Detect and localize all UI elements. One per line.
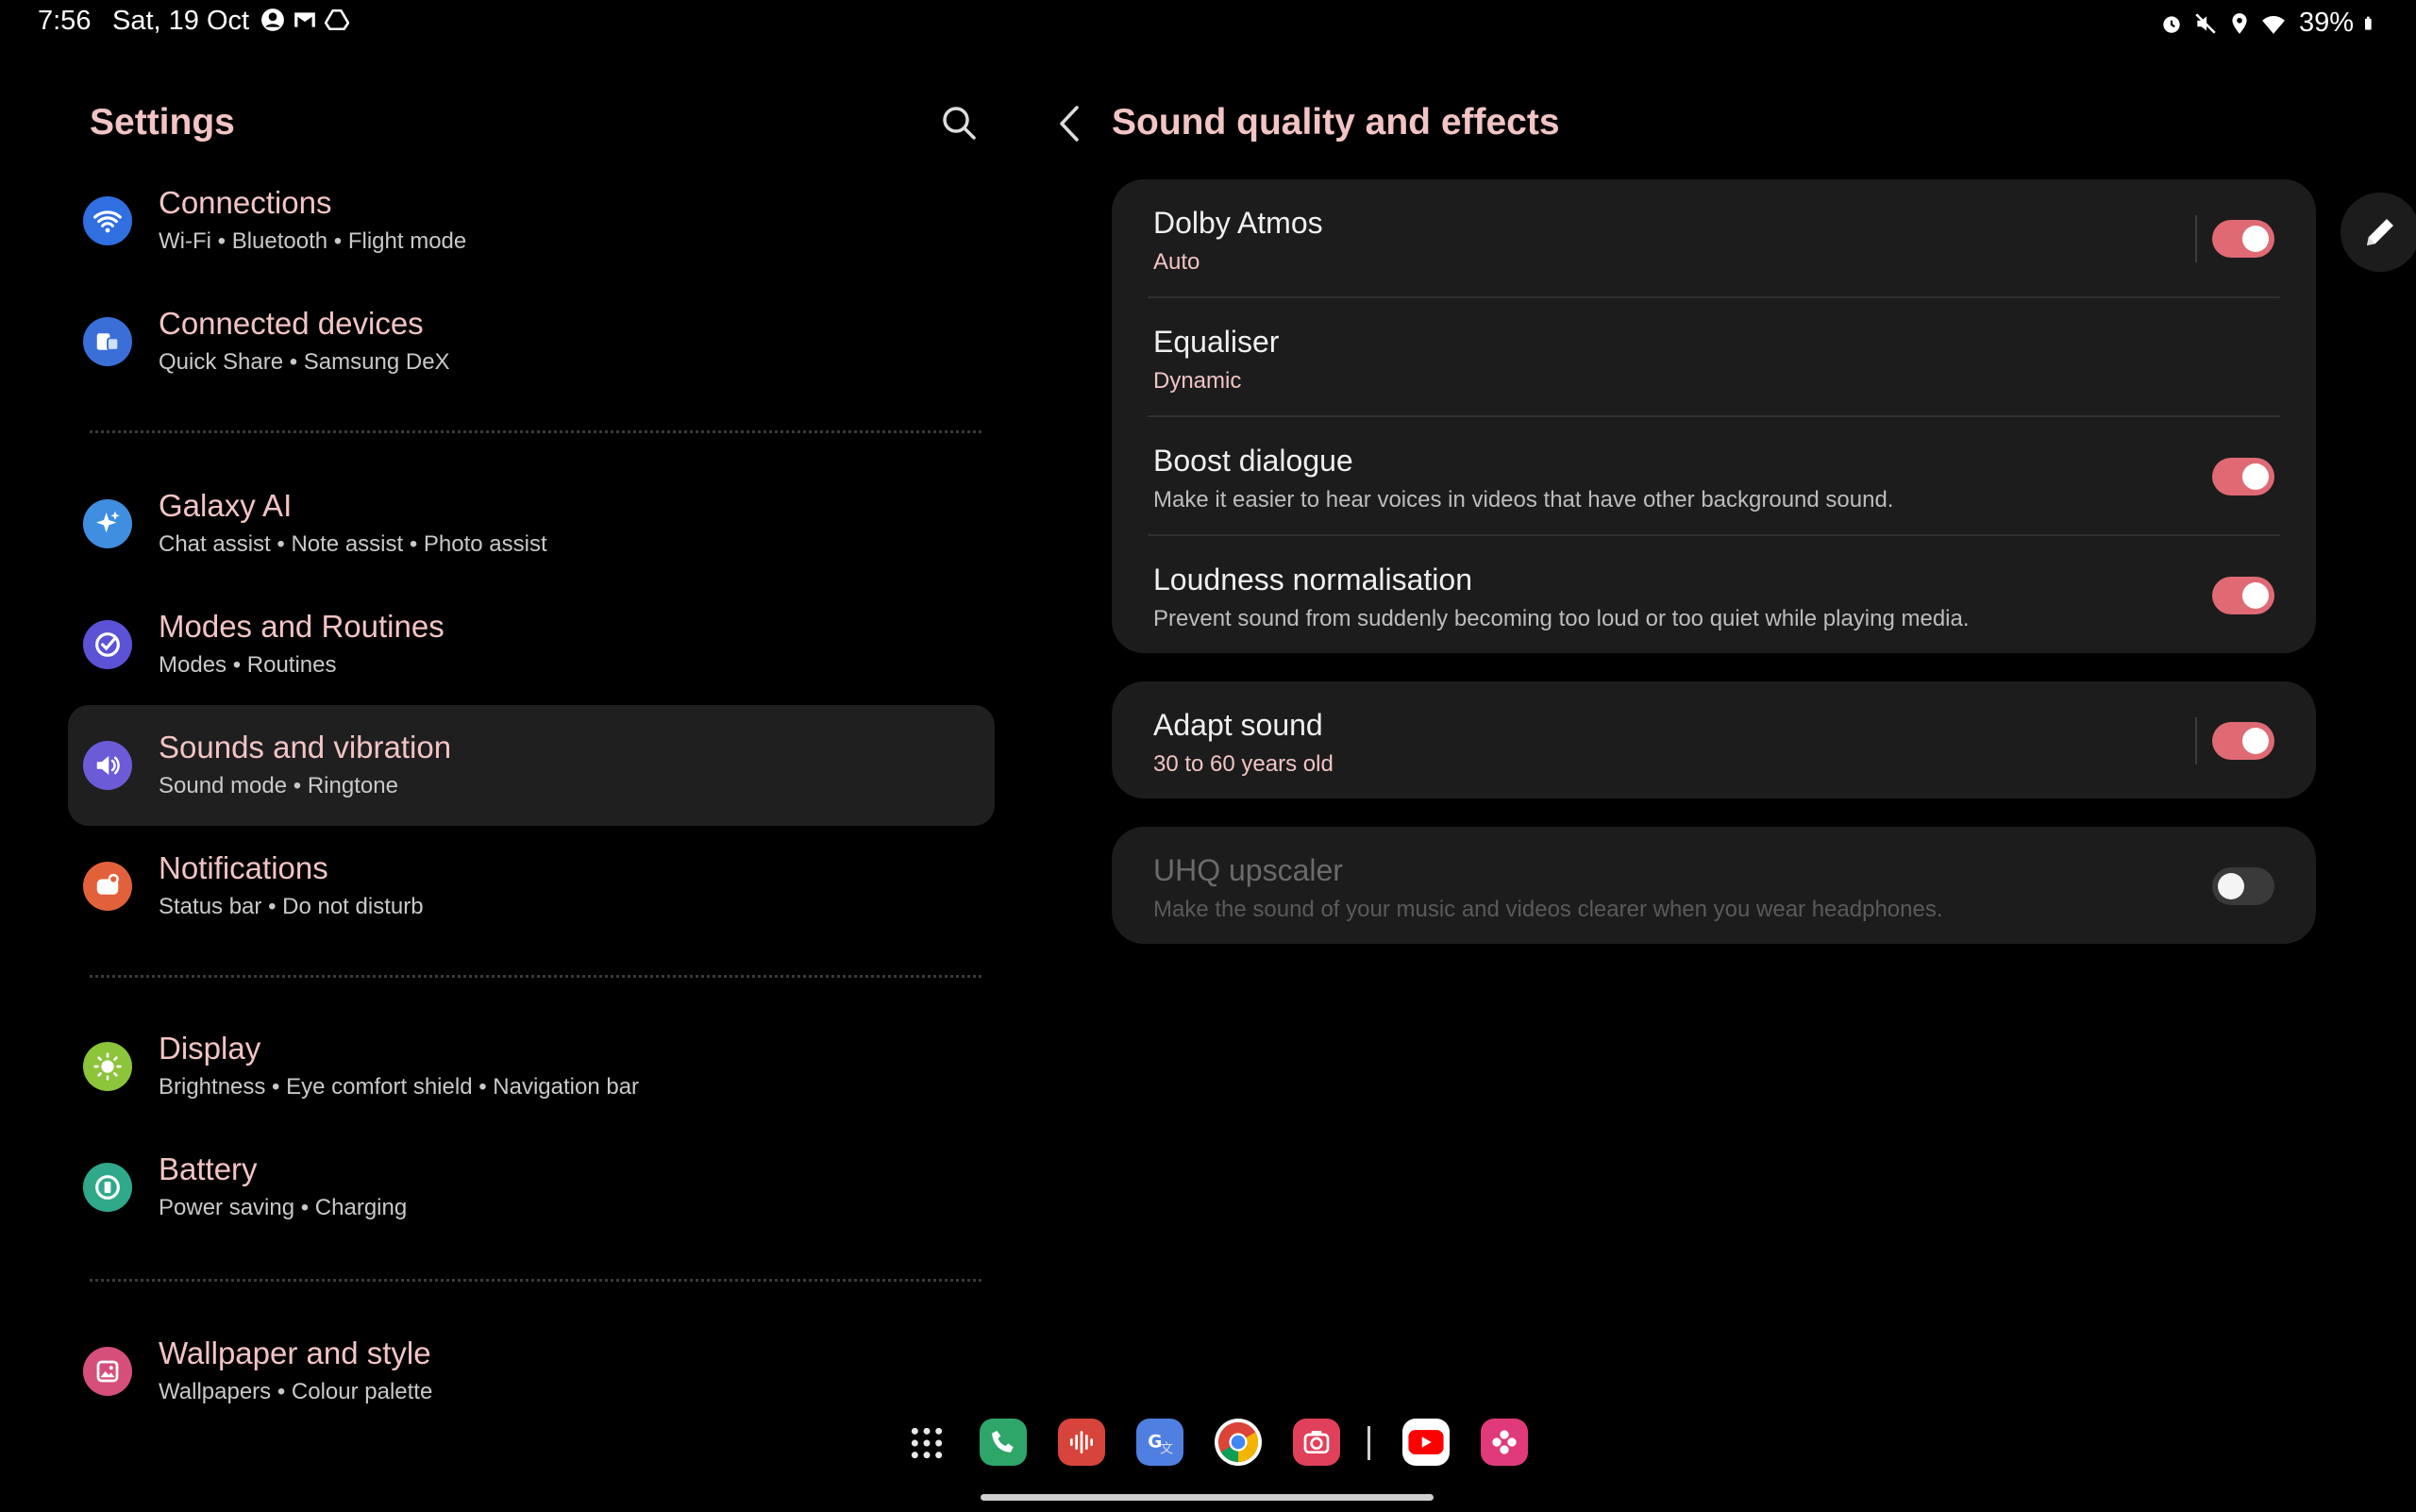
- account-icon: [261, 8, 284, 31]
- settings-item-connected-devices[interactable]: Connected devices Quick Share • Samsung …: [68, 281, 995, 402]
- boost-dialogue-row[interactable]: Boost dialogue Make it easier to hear vo…: [1112, 417, 2316, 536]
- phone-icon[interactable]: [980, 1419, 1027, 1466]
- section-divider: [90, 975, 982, 978]
- settings-item-subtitle: Quick Share • Samsung DeX: [159, 349, 450, 375]
- loudness-normalisation-row[interactable]: Loudness normalisation Prevent sound fro…: [1112, 536, 2316, 655]
- uhq-upscaler-toggle: [2212, 867, 2274, 905]
- home-indicator[interactable]: [981, 1494, 1434, 1501]
- settings-item-subtitle: Brightness • Eye comfort shield • Naviga…: [159, 1074, 640, 1100]
- status-bar: 7:56 Sat, 19 Oct 39%: [0, 0, 2416, 43]
- settings-item-label: Sounds and vibration: [159, 730, 452, 764]
- setting-value: 30 to 60 years old: [1153, 751, 1334, 777]
- page-title: Sound quality and effects: [1112, 102, 1560, 143]
- settings-item-battery[interactable]: Battery Power saving • Charging: [68, 1127, 995, 1248]
- battery-percent: 39%: [2298, 8, 2354, 38]
- settings-title: Settings: [90, 102, 235, 143]
- settings-item-label: Display: [159, 1031, 261, 1066]
- setting-label: Boost dialogue: [1153, 444, 1353, 478]
- settings-item-modes-and-routines[interactable]: Modes and Routines Modes • Routines: [68, 584, 995, 705]
- back-arrow-icon[interactable]: [1052, 104, 1086, 143]
- sparkle-icon: [83, 499, 132, 548]
- settings-item-label: Modes and Routines: [159, 609, 445, 644]
- setting-label: Loudness normalisation: [1153, 563, 1472, 596]
- settings-item-subtitle: Status bar • Do not disturb: [159, 894, 424, 919]
- loudness-normalisation-toggle[interactable]: [2212, 577, 2274, 614]
- search-icon[interactable]: [940, 104, 978, 142]
- dock-divider: [1367, 1426, 1370, 1460]
- row-separator: [2195, 717, 2197, 764]
- effects-card: Dolby Atmos Auto Equaliser Dynamic Boost…: [1112, 179, 2316, 653]
- settings-item-display[interactable]: Display Brightness • Eye comfort shield …: [68, 1006, 995, 1127]
- settings-item-galaxy-ai[interactable]: Galaxy AI Chat assist • Note assist • Ph…: [68, 463, 995, 584]
- blossom-icon[interactable]: [1481, 1419, 1528, 1466]
- section-divider: [90, 1279, 982, 1282]
- settings-item-subtitle: Power saving • Charging: [159, 1195, 408, 1220]
- speaker-icon: [83, 741, 132, 790]
- dolby-atmos-toggle[interactable]: [2212, 220, 2274, 258]
- gmail-icon: [294, 12, 315, 27]
- setting-value: Dynamic: [1153, 368, 1242, 394]
- alarm-icon: [2163, 15, 2180, 33]
- settings-item-label: Galaxy AI: [159, 488, 293, 523]
- setting-description: Make it easier to hear voices in videos …: [1153, 487, 1894, 512]
- uhq-upscaler-card: UHQ upscaler Make the sound of your musi…: [1112, 827, 2316, 944]
- drive-icon: [325, 8, 349, 31]
- wifi-icon: [83, 196, 132, 245]
- settings-item-label: Connected devices: [159, 306, 424, 341]
- youtube-icon[interactable]: [1402, 1419, 1450, 1466]
- pencil-icon: [2367, 219, 2393, 245]
- bell-icon: [83, 862, 132, 911]
- settings-item-subtitle: Wallpapers • Colour palette: [159, 1379, 433, 1404]
- notification-icons: [260, 8, 349, 32]
- uhq-upscaler-row: UHQ upscaler Make the sound of your musi…: [1112, 827, 2316, 946]
- equaliser-row[interactable]: Equaliser Dynamic: [1112, 298, 2316, 417]
- chrome-icon[interactable]: [1215, 1419, 1262, 1466]
- settings-item-wallpaper-and-style[interactable]: Wallpaper and style Wallpapers • Colour …: [68, 1311, 995, 1432]
- settings-item-label: Notifications: [159, 850, 328, 885]
- check-circle-icon: [83, 620, 132, 669]
- settings-item-notifications[interactable]: Notifications Status bar • Do not distur…: [68, 826, 995, 947]
- setting-label: Dolby Atmos: [1153, 206, 1323, 240]
- setting-label: Adapt sound: [1153, 708, 1323, 742]
- setting-value: Auto: [1153, 249, 1200, 275]
- section-divider: [90, 430, 982, 433]
- svg-text:文: 文: [1160, 1441, 1173, 1456]
- devices-icon: [83, 317, 132, 366]
- row-separator: [2195, 215, 2197, 262]
- setting-description: Make the sound of your music and videos …: [1153, 897, 1943, 922]
- google-translate-icon[interactable]: G文: [1136, 1419, 1183, 1466]
- location-icon: [2232, 12, 2247, 34]
- voice-recorder-icon[interactable]: [1058, 1419, 1105, 1466]
- settings-item-label: Connections: [159, 185, 332, 220]
- status-time: 7:56: [38, 6, 92, 36]
- screen: 7:56 Sat, 19 Oct 39% Settings Connection…: [0, 0, 2416, 1512]
- adapt-sound-card: Adapt sound 30 to 60 years old: [1112, 681, 2316, 798]
- settings-item-connections[interactable]: Connections Wi-Fi • Bluetooth • Flight m…: [68, 160, 995, 281]
- settings-item-subtitle: Wi-Fi • Bluetooth • Flight mode: [159, 228, 467, 254]
- battery-icon: [2365, 16, 2372, 30]
- sun-icon: [83, 1042, 132, 1091]
- settings-item-subtitle: Sound mode • Ringtone: [159, 773, 398, 798]
- boost-dialogue-toggle[interactable]: [2212, 458, 2274, 496]
- settings-item-subtitle: Chat assist • Note assist • Photo assist: [159, 531, 547, 557]
- wifi-icon: [2262, 15, 2285, 34]
- system-icons: 39%: [2159, 8, 2378, 39]
- battery-icon: [83, 1163, 132, 1212]
- settings-item-label: Battery: [159, 1151, 258, 1186]
- image-icon: [83, 1347, 132, 1396]
- adapt-sound-toggle[interactable]: [2212, 722, 2274, 760]
- settings-item-subtitle: Modes • Routines: [159, 652, 337, 678]
- setting-description: Prevent sound from suddenly becoming too…: [1153, 606, 1970, 631]
- setting-label: UHQ upscaler: [1153, 853, 1343, 887]
- camera-icon[interactable]: [1293, 1419, 1340, 1466]
- adapt-sound-row[interactable]: Adapt sound 30 to 60 years old: [1112, 681, 2316, 800]
- mute-vibrate-icon: [2195, 12, 2216, 34]
- app-drawer-icon[interactable]: [909, 1425, 945, 1461]
- settings-item-label: Wallpaper and style: [159, 1336, 431, 1370]
- settings-item-sounds-and-vibration[interactable]: Sounds and vibration Sound mode • Ringto…: [68, 705, 995, 826]
- setting-label: Equaliser: [1153, 325, 1280, 359]
- edit-button[interactable]: [2340, 193, 2416, 272]
- status-date: Sat, 19 Oct: [112, 6, 250, 36]
- dolby-atmos-row[interactable]: Dolby Atmos Auto: [1112, 179, 2316, 298]
